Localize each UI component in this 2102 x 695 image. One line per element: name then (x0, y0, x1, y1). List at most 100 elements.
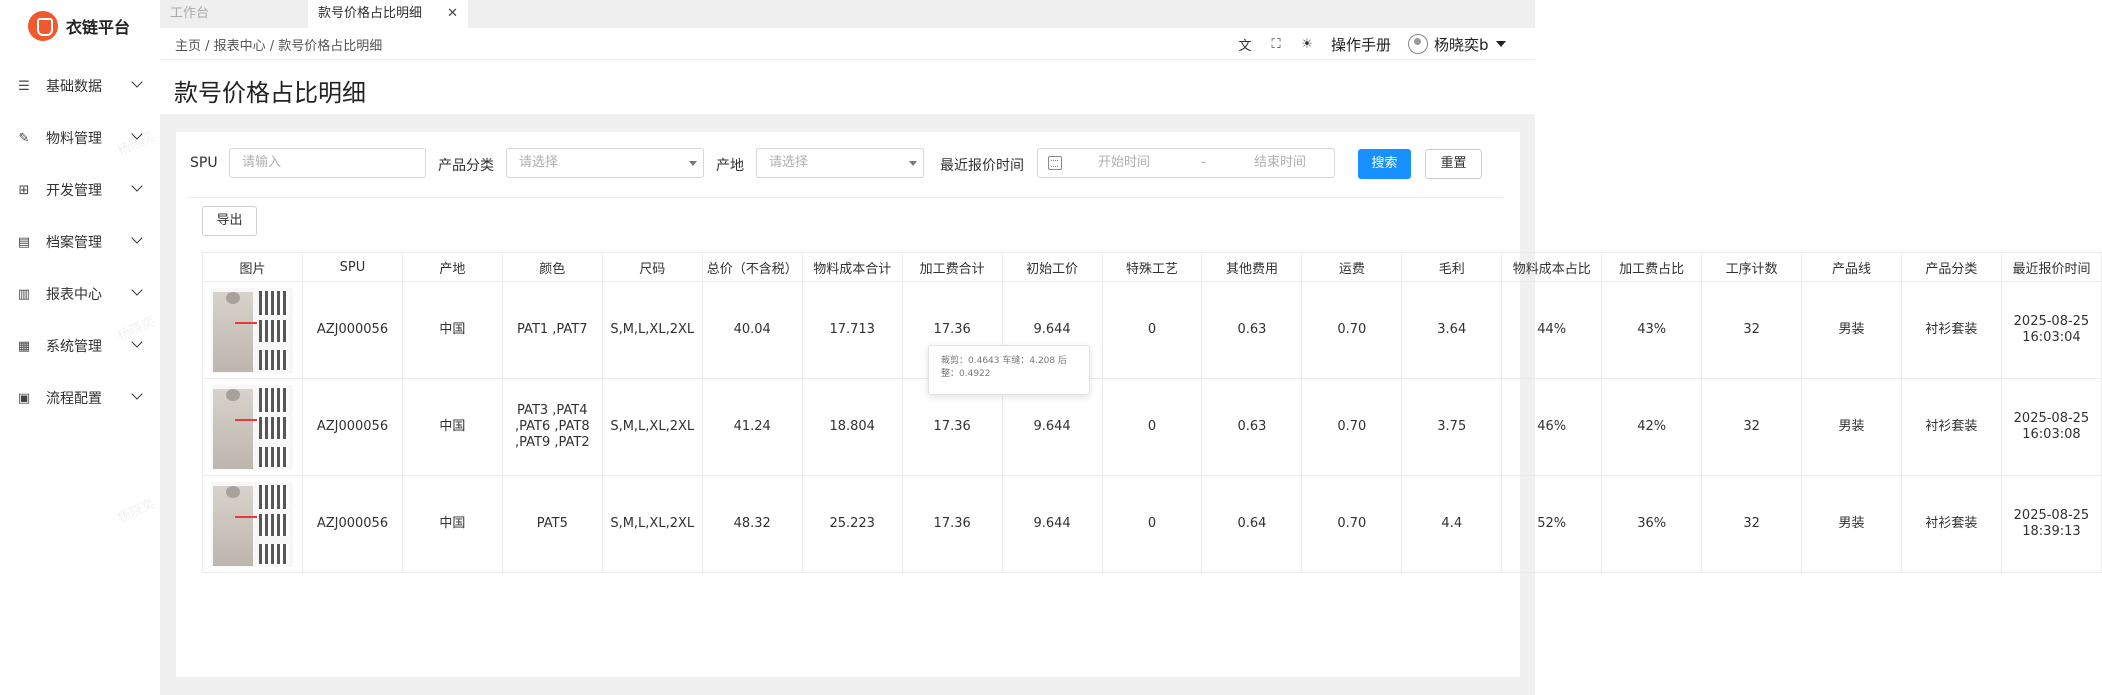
chevron-down-icon (131, 336, 143, 348)
table-cell: 0 (1101, 475, 1203, 573)
chevron-down-icon (131, 284, 143, 296)
column-header: 产品线 (1801, 252, 1902, 282)
sidebar-item-label: 报表中心 (46, 287, 102, 303)
table-cell: 中国 (401, 475, 503, 573)
close-icon[interactable]: ✕ (447, 0, 458, 28)
sidebar-item-archive[interactable]: ▤ 档案管理 (0, 216, 160, 268)
page-title: 款号价格占比明细 (174, 79, 366, 107)
table-cell: 中国 (401, 378, 503, 476)
header-toolbar: 文 ⛶ ☀ 操作手册 杨晓奕b (1236, 33, 1506, 55)
table-cell: 32 (1701, 281, 1803, 379)
tab-price-ratio-detail[interactable]: 款号价格占比明细 ✕ (308, 0, 468, 28)
chevron-down-icon (131, 232, 143, 244)
table-cell: S,M,L,XL,2XL (601, 378, 703, 476)
report-file-icon: ▥ (17, 286, 31, 302)
table-cell: 3.64 (1401, 281, 1503, 379)
table-cell: AZJ000056 (301, 281, 403, 379)
chevron-down-icon (131, 76, 143, 88)
theme-sun-icon[interactable]: ☀ (1298, 35, 1316, 53)
avatar[interactable] (1408, 34, 1429, 54)
workflow-icon: ▣ (17, 390, 31, 406)
caret-down-icon[interactable] (1495, 41, 1506, 47)
column-header: 产品分类 (1900, 252, 2002, 282)
org-chart-icon: ⊞ (18, 182, 30, 198)
fullscreen-icon[interactable]: ⛶ (1267, 35, 1285, 53)
table-cell: 衬衫套装 (1900, 475, 2002, 573)
table-cell: 2025-08-25 18:39:13 (2000, 475, 2102, 573)
table-cell: 17.713 (801, 281, 903, 379)
date-range-picker[interactable]: 开始时间 - 结束时间 (1037, 148, 1335, 178)
table-cell: 男装 (1801, 281, 1902, 379)
category-select[interactable]: 请选择 (506, 148, 704, 178)
price-ratio-table: 图片 SPU 产地 颜色 尺码 总价（不含税） 物料成本合计 加工费合计 初始工… (202, 252, 2102, 573)
table-cell: 36% (1601, 475, 1703, 573)
table-cell[interactable]: 17.36 (901, 475, 1003, 573)
date-start: 开始时间 (1098, 155, 1151, 170)
table-cell: 40.04 (701, 281, 803, 379)
caret-down-icon (689, 161, 697, 166)
column-header: 毛利 (1401, 252, 1503, 282)
table-cell: PAT5 (501, 475, 603, 573)
table-row: AZJ000056 中国 PAT1 ,PAT7 S,M,L,XL,2XL 40.… (202, 281, 2102, 379)
table-cell: AZJ000056 (301, 378, 403, 476)
tab-workbench[interactable]: 工作台 (160, 0, 306, 28)
table-cell: 衬衫套装 (1900, 378, 2002, 476)
translate-icon[interactable]: 文 (1236, 35, 1254, 54)
table-cell: S,M,L,XL,2XL (601, 475, 703, 573)
product-image[interactable] (211, 287, 294, 373)
search-button[interactable]: 搜索 (1358, 149, 1411, 179)
sidebar-item-basic-data[interactable]: ☰ 基础数据 (0, 60, 160, 112)
table-cell: 4.4 (1401, 475, 1503, 573)
table-cell: PAT3 ,PAT4 ,PAT6 ,PAT8 ,PAT9 ,PAT2 (501, 378, 603, 476)
manual-link[interactable]: 操作手册 (1331, 34, 1391, 55)
table-cell: 41.24 (701, 378, 803, 476)
sidebar-item-material[interactable]: ✎ 物料管理 (0, 112, 160, 164)
user-name[interactable]: 杨晓奕b (1434, 34, 1489, 55)
table-cell: 衬衫套装 (1900, 281, 2002, 379)
table-cell: 48.32 (701, 475, 803, 573)
watermark: 杨晓奕 (115, 496, 158, 527)
column-header: 特殊工艺 (1101, 252, 1203, 282)
sidebar-item-label: 流程配置 (46, 391, 102, 407)
origin-label: 产地 (716, 158, 744, 174)
origin-placeholder: 请选择 (769, 155, 809, 170)
image-cell (202, 378, 303, 476)
column-header: 运费 (1301, 252, 1403, 282)
reset-button[interactable]: 重置 (1425, 149, 1482, 179)
table-cell: 0.70 (1301, 281, 1403, 379)
sidebar-item-report[interactable]: ▥ 报表中心 (0, 268, 160, 320)
table-cell: 46% (1501, 378, 1603, 476)
table-cell: 0.63 (1201, 281, 1303, 379)
column-header: 尺码 (601, 252, 703, 282)
category-label: 产品分类 (438, 158, 494, 174)
spu-input[interactable]: 请输入 (229, 148, 426, 178)
date-separator: - (1201, 155, 1206, 170)
chevron-down-icon (131, 128, 143, 140)
category-placeholder: 请选择 (519, 155, 559, 170)
sidebar-item-workflow[interactable]: ▣ 流程配置 (0, 372, 160, 424)
calendar-icon (1048, 156, 1062, 170)
table-header-row: 图片 SPU 产地 颜色 尺码 总价（不含税） 物料成本合计 加工费合计 初始工… (202, 252, 2102, 282)
product-image[interactable] (211, 481, 294, 567)
table-cell: 42% (1601, 378, 1703, 476)
chevron-down-icon (131, 180, 143, 192)
sidebar-item-development[interactable]: ⊞ 开发管理 (0, 164, 160, 216)
app-logo[interactable]: 衣链平台 (28, 11, 130, 41)
table-cell: 0.64 (1201, 475, 1303, 573)
table-cell: 2025-08-25 16:03:04 (2000, 281, 2102, 379)
table-cell: 中国 (401, 281, 503, 379)
list-indent-icon: ☰ (18, 78, 30, 94)
sidebar-item-label: 系统管理 (46, 339, 102, 355)
sidebar-item-system[interactable]: ▦ 系统管理 (0, 320, 160, 372)
export-button[interactable]: 导出 (202, 206, 257, 236)
product-image[interactable] (211, 384, 294, 470)
tab-label: 款号价格占比明细 (318, 6, 423, 21)
column-header: 初始工价 (1001, 252, 1103, 282)
column-header: 总价（不含税） (701, 252, 803, 282)
table-cell: 18.804 (801, 378, 903, 476)
column-header: 加工费占比 (1601, 252, 1703, 282)
column-header: SPU (301, 252, 403, 282)
column-header: 产地 (401, 252, 503, 282)
divider (188, 197, 1503, 198)
origin-select[interactable]: 请选择 (756, 148, 924, 178)
